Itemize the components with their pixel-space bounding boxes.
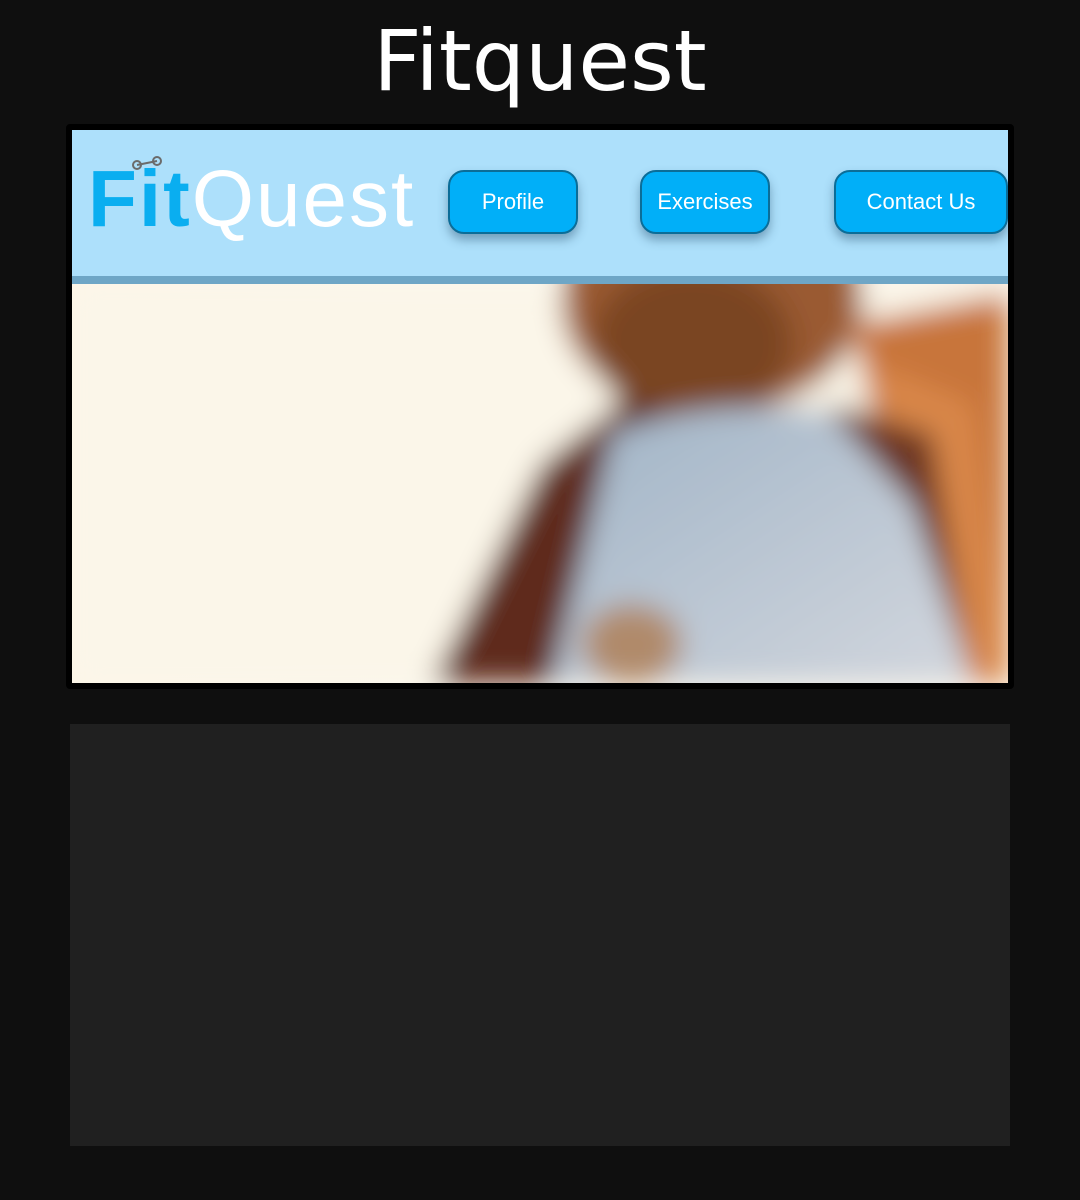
hero-image [72,284,1008,683]
nav-profile-button[interactable]: Profile [448,170,578,234]
page-title: Fitquest [373,12,707,110]
logo-quest-text: Quest [191,154,416,243]
dumbbell-icon [132,156,162,170]
nav-exercises-button[interactable]: Exercises [640,170,770,234]
content-panel [70,724,1010,1146]
hero-photo [72,284,1008,683]
site-header: FitQuest Profile Exercises Contact Us [72,130,1008,284]
site-logo[interactable]: FitQuest [88,154,415,244]
site-preview-frame: FitQuest Profile Exercises Contact Us [66,124,1014,689]
nav-contact-us-button[interactable]: Contact Us [834,170,1008,234]
